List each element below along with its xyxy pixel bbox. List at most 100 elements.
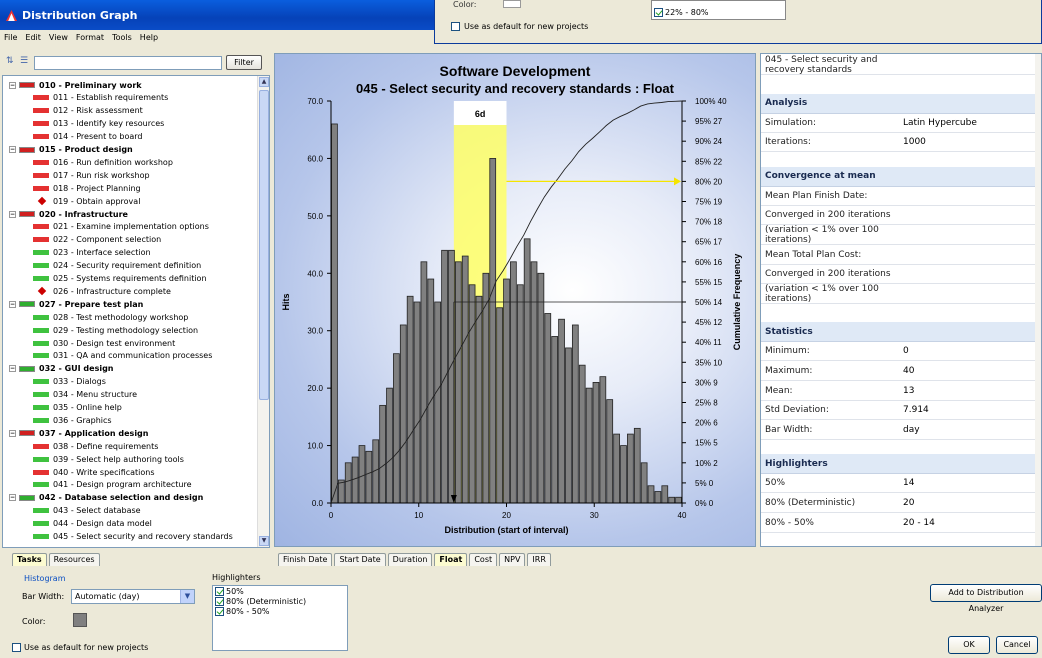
tree-task-row[interactable]: 024 - Security requirement definition [33, 260, 201, 272]
tree-group-row[interactable]: − 020 - Infrastructure [9, 208, 128, 220]
filter-button[interactable]: Filter [226, 55, 262, 70]
y-tick-label: 30.0 [307, 327, 323, 336]
tab-npv[interactable]: NPV [499, 553, 526, 566]
tree-task-row[interactable]: 021 - Examine implementation options [33, 221, 209, 233]
tree-task-row[interactable]: 036 - Graphics [33, 414, 112, 426]
collapse-toggle-icon[interactable]: − [9, 300, 16, 308]
tree-row-label: 036 - Graphics [53, 415, 112, 425]
tab-tasks[interactable]: Tasks [12, 553, 47, 566]
tree-group-row[interactable]: − 027 - Prepare test plan [9, 298, 143, 310]
tab-irr[interactable]: IRR [527, 553, 551, 566]
tree-group-row[interactable]: − 042 - Database selection and design [9, 492, 203, 504]
overlay-default-checkbox[interactable] [451, 22, 460, 31]
tree-task-row[interactable]: 011 - Establish requirements [33, 92, 168, 104]
menu-help[interactable]: Help [140, 33, 158, 42]
expand-icon[interactable]: ⇅ [6, 56, 16, 66]
tree-scroll-thumb[interactable] [259, 90, 269, 400]
menu-view[interactable]: View [49, 33, 68, 42]
collapse-toggle-icon[interactable]: − [9, 81, 16, 89]
collapse-toggle-icon[interactable]: − [9, 365, 16, 373]
overlay-color-swatch[interactable] [503, 0, 521, 8]
tree-task-row[interactable]: 030 - Design test environment [33, 337, 175, 349]
tab-resources[interactable]: Resources [48, 553, 100, 566]
default-checkbox[interactable] [12, 643, 21, 652]
tab-float[interactable]: Float [434, 553, 468, 566]
tree-task-row[interactable]: 045 - Select security and recovery stand… [33, 531, 233, 543]
tree-task-row[interactable]: 041 - Design program architecture [33, 479, 192, 491]
histogram-bar [475, 295, 483, 504]
menu-file[interactable]: File [4, 33, 17, 42]
add-to-analyzer-button[interactable]: Add to Distribution Analyzer [930, 584, 1042, 613]
filter-input[interactable] [34, 56, 222, 70]
collapse-toggle-icon[interactable]: − [9, 210, 16, 218]
collapse-icon[interactable]: ☰ [20, 56, 30, 66]
tree-task-row[interactable]: 014 - Present to board [33, 131, 142, 143]
tree-task-row[interactable]: 013 - Identify key resources [33, 118, 164, 130]
menu-edit[interactable]: Edit [25, 33, 41, 42]
collapse-toggle-icon[interactable]: − [9, 494, 16, 502]
tab-cost[interactable]: Cost [469, 553, 498, 566]
menu-tools[interactable]: Tools [112, 33, 132, 42]
highlighter-item[interactable]: 50% [213, 586, 347, 596]
tree-scrollbar[interactable]: ▲ ▼ [257, 76, 269, 547]
task-bar-icon [33, 534, 49, 539]
menu-format[interactable]: Format [76, 33, 104, 42]
scroll-up-icon[interactable]: ▲ [259, 77, 269, 87]
highlighter-checkbox[interactable] [215, 596, 224, 606]
collapse-toggle-icon[interactable]: − [9, 146, 16, 153]
chart-title: Software Development [440, 63, 591, 79]
tab-start-date[interactable]: Start Date [334, 553, 386, 566]
stat-value: 14 [903, 478, 915, 489]
ok-button[interactable]: OK [948, 636, 990, 654]
tree-task-row[interactable]: 031 - QA and communication processes [33, 350, 212, 362]
cancel-button[interactable]: Cancel [996, 636, 1038, 654]
tree-task-row[interactable]: 039 - Select help authoring tools [33, 453, 184, 465]
tree-task-row[interactable]: 025 - Systems requirements definition [33, 273, 207, 285]
window-titlebar[interactable]: Distribution Graph [0, 0, 434, 30]
chevron-down-icon[interactable]: ▼ [180, 590, 194, 603]
highlighter-checkbox[interactable] [215, 606, 224, 616]
tree-task-row[interactable]: 034 - Menu structure [33, 389, 137, 401]
bar-color-swatch[interactable] [73, 613, 87, 627]
overlay-highlighter-checkbox[interactable] [654, 8, 663, 17]
default-option[interactable]: Use as default for new projects [12, 643, 148, 652]
tree-task-row[interactable]: 026 - Infrastructure complete [33, 285, 171, 297]
tree-task-row[interactable]: 043 - Select database [33, 505, 141, 517]
scroll-down-icon[interactable]: ▼ [259, 536, 269, 546]
bar-width-select[interactable]: Automatic (day) ▼ [71, 589, 195, 604]
tree-task-row[interactable]: 018 - Project Planning [33, 182, 141, 194]
section-header: Highlighters [761, 454, 1037, 475]
highlighter-checkbox[interactable] [215, 586, 224, 596]
tree-task-row[interactable]: 035 - Online help [33, 402, 122, 414]
tree-group-row[interactable]: − 015 - Product design [9, 144, 133, 156]
tree-task-row[interactable]: 016 - Run definition workshop [33, 156, 173, 168]
tree-task-row[interactable]: 022 - Component selection [33, 234, 161, 246]
histogram-bar [544, 313, 552, 504]
overlay-default-option[interactable]: Use as default for new projects [451, 22, 588, 31]
tree-task-row[interactable]: 044 - Design data model [33, 518, 152, 530]
tree-task-row[interactable]: 023 - Interface selection [33, 247, 151, 259]
tree-group-row[interactable]: − 037 - Application design [9, 427, 148, 439]
tab-finish-date[interactable]: Finish Date [278, 553, 333, 566]
tree-group-row[interactable]: − 010 - Preliminary work [9, 79, 142, 91]
highlighter-item[interactable]: 80% (Deterministic) [213, 596, 347, 606]
task-bar-icon [33, 121, 49, 127]
tree-task-row[interactable]: 028 - Test methodology workshop [33, 311, 188, 323]
tree-task-row[interactable]: 029 - Testing methodology selection [33, 324, 198, 336]
collapse-toggle-icon[interactable]: − [9, 429, 16, 437]
x-tick-label: 10 [414, 511, 423, 520]
y2-tick-label: 80% 20 [695, 177, 723, 186]
highlighter-item[interactable]: 80% - 50% [213, 606, 347, 616]
task-tree[interactable]: ▲ ▼ − 010 - Preliminary work 011 - Establi… [2, 75, 270, 548]
results-scrollbar[interactable] [1035, 54, 1041, 546]
overlay-highlighters-list[interactable]: 22% - 80% [651, 0, 786, 20]
tab-duration[interactable]: Duration [387, 553, 433, 566]
tree-task-row[interactable]: 019 - Obtain approval [33, 195, 140, 207]
tree-group-row[interactable]: − 032 - GUI design [9, 363, 114, 375]
tree-task-row[interactable]: 038 - Define requirements [33, 440, 158, 452]
highlighters-list[interactable]: 50% 80% (Deterministic) 80% - 50% [212, 585, 348, 651]
tree-task-row[interactable]: 012 - Risk assessment [33, 105, 143, 117]
tree-task-row[interactable]: 040 - Write specifications [33, 466, 155, 478]
tree-task-row[interactable]: 033 - Dialogs [33, 376, 106, 388]
tree-task-row[interactable]: 017 - Run risk workshop [33, 169, 150, 181]
